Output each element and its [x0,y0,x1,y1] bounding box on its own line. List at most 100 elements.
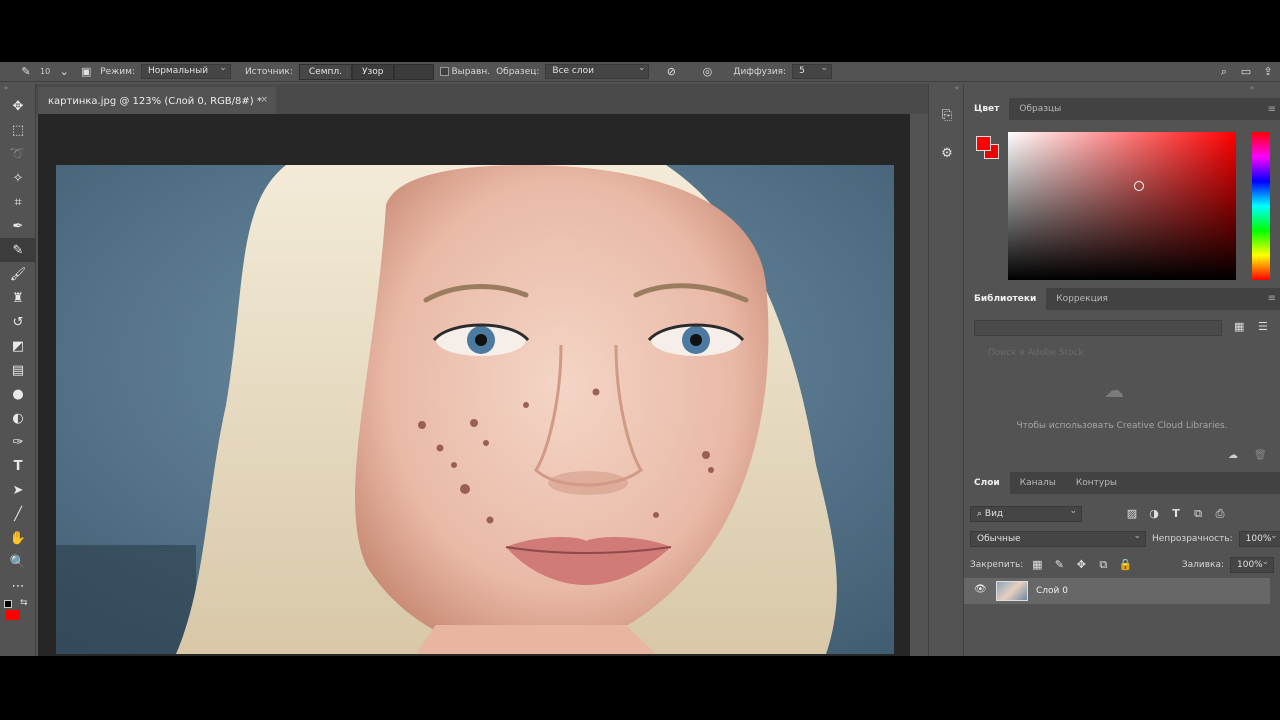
color-field[interactable] [1008,132,1236,280]
hue-slider[interactable] [1252,132,1270,280]
layer-row[interactable]: 👁 Слой 0 [964,578,1270,604]
panel-icon-strip: « ⎘ ⚙ [928,84,964,656]
type-filter-icon[interactable]: T [1168,506,1184,522]
hand-tool-icon[interactable]: ✋ [0,526,36,550]
pattern-picker[interactable] [393,63,434,80]
cloud-sync-icon[interactable]: ☁ [1228,450,1238,461]
eraser-tool-icon[interactable]: ◩ [0,334,36,358]
healing-brush-tool-icon[interactable]: ✎ [0,238,36,262]
source-label: Источник: [244,66,293,77]
clone-stamp-tool-icon[interactable]: ♜ [0,286,36,310]
aligned-checkbox[interactable]: Выравн. [439,66,491,77]
line-tool-icon[interactable]: ╱ [0,502,36,526]
layer-thumbnail [996,581,1028,601]
pixel-filter-icon[interactable]: ▨ [1124,506,1140,522]
strip-collapse-icon[interactable]: « [929,84,963,96]
libraries-panel-menu-icon[interactable]: ≡ [1268,293,1276,304]
tab-channels[interactable]: Каналы [1010,472,1066,494]
swap-colors-icon[interactable]: ⇆ [20,598,28,608]
pressure-icon[interactable]: ◎ [699,64,715,80]
top-black-bar [0,0,1280,62]
foreground-color-swatch[interactable] [6,610,20,620]
fill-label: Заливка: [1181,560,1224,570]
lock-position-icon[interactable]: ✥ [1073,557,1089,573]
lock-transparent-icon[interactable]: ▦ [1029,557,1045,573]
healing-brush-tool-icon[interactable]: ✎ [18,64,34,80]
shape-filter-icon[interactable]: ⧉ [1190,506,1206,522]
tab-layers[interactable]: Слои [964,472,1010,494]
portrait-photo [56,165,894,654]
color-swatches[interactable]: ⇆ [0,598,35,620]
tools-panel: » ✥ ⬚ ➰ ✧ ⌗ ✒ ✎ 🖌 ♜ ↺ ◩ ▤ ● ◐ ✑ T ➤ ╱ ✋ … [0,84,36,656]
diffusion-label: Диффузия: [733,66,787,77]
pen-tool-icon[interactable]: ✑ [0,430,36,454]
path-selection-tool-icon[interactable]: ➤ [0,478,36,502]
properties-panel-icon[interactable]: ⚙ [929,134,965,172]
crop-tool-icon[interactable]: ⌗ [0,190,36,214]
mode-dropdown[interactable]: Нормальный [140,62,231,79]
lock-all-icon[interactable]: 🔒 [1117,557,1133,573]
source-pattern-button[interactable]: Узор [352,63,394,80]
creative-cloud-icon: ☁ [1104,378,1124,402]
move-tool-icon[interactable]: ✥ [0,94,36,118]
more-tools-icon[interactable]: ⋯ [0,574,36,598]
source-sampled-button[interactable]: Семпл. [298,63,352,80]
default-colors-icon[interactable] [4,600,12,608]
trash-icon[interactable]: 🗑 [1254,450,1267,461]
layers-panel-tabs: Слои Каналы Контуры [964,472,1280,494]
lock-image-icon[interactable]: ✎ [1051,557,1067,573]
tab-paths[interactable]: Контуры [1066,472,1127,494]
visibility-eye-icon[interactable]: 👁 [974,584,987,595]
clone-source-panel-icon[interactable]: ▣ [78,64,94,80]
close-tab-icon[interactable]: × [260,95,268,105]
lock-artboard-icon[interactable]: ⧉ [1095,557,1111,573]
layer-filter-value: Вид [984,509,1004,519]
history-panel-icon[interactable]: ⎘ [929,96,965,134]
sample-label: Образец: [496,66,540,77]
blend-row: Обычные Непрозрачность: 100% [970,529,1280,547]
ignore-adjustment-layers-icon[interactable]: ⊘ [663,64,679,80]
lasso-tool-icon[interactable]: ➰ [0,142,36,166]
fill-input[interactable]: 100% [1230,555,1274,573]
document-tab-bar: картинка.jpg @ 123% (Слой 0, RGB/8#) * × [36,84,928,114]
brush-tool-icon[interactable]: 🖌 [0,262,36,286]
aligned-checkbox-box[interactable] [439,66,449,76]
list-view-icon[interactable]: ☰ [1258,320,1268,333]
adjustment-filter-icon[interactable]: ◑ [1146,506,1162,522]
mode-label: Режим: [100,66,135,77]
eyedropper-tool-icon[interactable]: ✒ [0,214,36,238]
type-tool-icon[interactable]: T [0,454,36,478]
grid-view-icon[interactable]: ▦ [1234,320,1244,333]
right-panels-content: Библиотеки Коррекция ≡ ▦ ☰ Поиск в Adobe… [964,62,1280,656]
brush-preset-chevron-icon[interactable]: ⌄ [56,64,72,80]
canvas-gutter [910,114,928,656]
blend-mode-dropdown[interactable]: Обычные [970,529,1146,547]
gradient-tool-icon[interactable]: ▤ [0,358,36,382]
brush-size[interactable]: 10 [40,67,50,76]
tools-collapse-icon[interactable]: » [0,84,35,94]
document-image[interactable] [56,165,894,654]
document-tab[interactable]: картинка.jpg @ 123% (Слой 0, RGB/8#) * × [38,87,276,114]
dodge-tool-icon[interactable]: ◐ [0,406,36,430]
aligned-label: Выравн. [451,66,491,77]
tab-libraries[interactable]: Библиотеки [964,288,1047,310]
layer-filter-row: ⌕ Вид ▨ ◑ T ⧉ ⎙ [970,504,1228,522]
opacity-input[interactable]: 100% [1238,529,1280,547]
sample-dropdown[interactable]: Все слои [545,62,650,79]
lock-row: Закрепить: ▦ ✎ ✥ ⧉ 🔒 Заливка: 100% [970,555,1274,573]
library-dropdown[interactable] [974,320,1222,336]
libraries-panel-tabs: Библиотеки Коррекция ≡ [964,288,1280,310]
blur-tool-icon[interactable]: ● [0,382,36,406]
smart-object-filter-icon[interactable]: ⎙ [1212,506,1228,522]
zoom-tool-icon[interactable]: 🔍 [0,550,36,574]
marquee-tool-icon[interactable]: ⬚ [0,118,36,142]
history-brush-tool-icon[interactable]: ↺ [0,310,36,334]
foreground-color-picker-swatch[interactable] [976,136,991,151]
color-picker-ring[interactable] [1134,181,1144,191]
magic-wand-tool-icon[interactable]: ✧ [0,166,36,190]
layer-filter-dropdown[interactable]: ⌕ Вид [970,504,1082,522]
diffusion-dropdown[interactable]: 5 [792,62,833,79]
stock-search-input[interactable]: Поиск в Adobe Stock [974,348,1274,364]
lock-label: Закрепить: [970,560,1024,570]
tab-adjustments[interactable]: Коррекция [1046,288,1118,310]
